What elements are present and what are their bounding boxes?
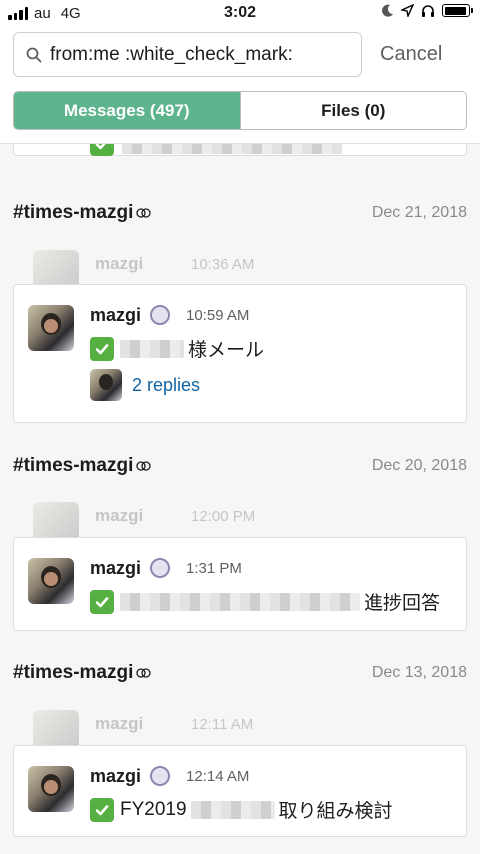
message-card-partial[interactable] — [13, 144, 467, 156]
tab-messages[interactable]: Messages (497) — [14, 92, 240, 129]
author-name: mazgi — [95, 506, 144, 525]
channel-name[interactable]: #times-mazgi — [13, 455, 152, 477]
status-right — [382, 4, 473, 17]
redacted-text — [120, 592, 360, 611]
author-name: mazgi — [95, 254, 144, 273]
avatar[interactable] — [28, 305, 74, 351]
white-check-mark-icon — [90, 144, 114, 156]
replies-link[interactable]: 2 replies — [132, 375, 200, 396]
shared-channel-icon — [136, 208, 152, 218]
message-text: 様メール — [90, 335, 264, 362]
white-check-mark-icon — [90, 336, 114, 361]
search-header: from:me :white_check_mark: Cancel Messag… — [0, 28, 480, 144]
group-date: Dec 20, 2018 — [371, 457, 467, 474]
cancel-button[interactable]: Cancel — [380, 43, 442, 66]
channel-header[interactable]: #times-mazgi Dec 21, 2018 — [13, 202, 467, 226]
message-card[interactable]: mazgi 12:14 AM FY2019 取り組み検討 — [13, 745, 467, 837]
message-time: 10:36 AM — [191, 256, 255, 273]
message-card[interactable]: mazgi 10:59 AM 様メール 2 replies — [13, 284, 467, 423]
search-icon — [26, 47, 42, 62]
shared-channel-icon — [136, 461, 152, 471]
message-text: 進捗回答 — [90, 588, 440, 615]
channel-name[interactable]: #times-mazgi — [13, 202, 152, 224]
shared-channel-icon — [136, 668, 152, 678]
message-time: 12:14 AM — [186, 768, 250, 785]
author-name: mazgi — [95, 714, 144, 733]
avatar[interactable] — [28, 766, 74, 812]
author-name[interactable]: mazgi — [90, 305, 141, 326]
search-field[interactable]: from:me :white_check_mark: — [13, 32, 362, 77]
message-text: FY2019 取り組み検討 — [90, 796, 393, 823]
message-time: 1:31 PM — [186, 560, 242, 577]
result-type-tabs: Messages (497) Files (0) — [13, 91, 467, 130]
thread-replies[interactable]: 2 replies — [90, 369, 200, 401]
channel-header[interactable]: #times-mazgi Dec 20, 2018 — [13, 455, 467, 479]
tab-files[interactable]: Files (0) — [239, 92, 466, 129]
avatar[interactable] — [28, 558, 74, 604]
location-arrow-icon — [401, 4, 414, 17]
reply-avatar — [90, 369, 122, 401]
channel-name[interactable]: #times-mazgi — [13, 662, 152, 684]
context-message: mazgi 12:00 PM — [33, 502, 463, 548]
group-date: Dec 21, 2018 — [371, 204, 467, 221]
message-time: 10:59 AM — [186, 307, 250, 324]
search-results[interactable]: #times-mazgi Dec 21, 2018 mazgi 10:36 AM… — [0, 144, 480, 854]
white-check-mark-icon — [90, 797, 114, 822]
headphones-icon — [422, 5, 434, 17]
message-time: 12:00 PM — [191, 508, 256, 525]
bot-badge-icon — [150, 305, 170, 325]
bot-badge-icon — [150, 766, 170, 786]
search-query[interactable]: from:me :white_check_mark: — [50, 44, 293, 66]
context-message: mazgi 12:11 AM — [33, 710, 463, 756]
redacted-text — [122, 144, 342, 154]
moon-icon — [382, 4, 393, 17]
author-name[interactable]: mazgi — [90, 558, 141, 579]
redacted-text — [190, 800, 275, 819]
channel-header[interactable]: #times-mazgi Dec 13, 2018 — [13, 662, 467, 686]
redacted-text — [120, 339, 184, 358]
battery-icon — [442, 4, 473, 17]
message-time: 12:11 AM — [191, 716, 254, 733]
bot-badge-icon — [150, 558, 170, 578]
white-check-mark-icon — [90, 589, 114, 614]
author-name[interactable]: mazgi — [90, 766, 141, 787]
group-date: Dec 13, 2018 — [371, 664, 467, 681]
message-card[interactable]: mazgi 1:31 PM 進捗回答 — [13, 537, 467, 631]
status-bar: au 4G 3:02 — [0, 0, 480, 28]
